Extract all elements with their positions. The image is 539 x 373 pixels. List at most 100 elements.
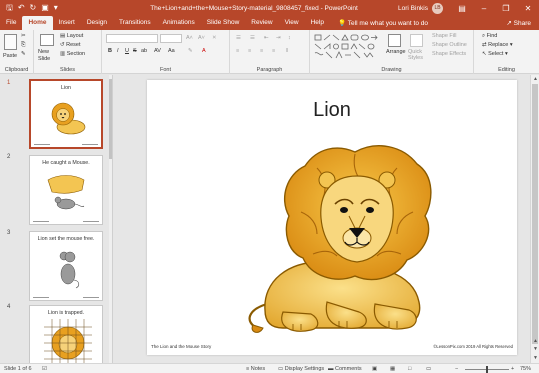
tab-help[interactable]: Help [305, 16, 330, 30]
columns-icon[interactable]: ‖ [286, 48, 288, 54]
slide-title[interactable]: Lion [147, 99, 517, 122]
reading-view-icon[interactable]: □ [408, 365, 411, 373]
comments-button[interactable]: ▬ Comments [328, 365, 362, 373]
thumbnail-scroll-thumb[interactable] [109, 79, 112, 159]
tab-insert[interactable]: Insert [53, 16, 81, 30]
zoom-level[interactable]: 75% [520, 365, 531, 373]
slide-copyright[interactable]: ©LessonPix.com 2019 All Rights Reserved [433, 344, 513, 349]
tab-slide-show[interactable]: Slide Show [201, 16, 246, 30]
undo-icon[interactable]: ↶ [18, 0, 25, 16]
decrease-font-icon[interactable]: A˅ [198, 35, 205, 41]
avatar[interactable]: LB [432, 2, 443, 14]
tab-home[interactable]: Home [22, 16, 53, 30]
lion-image[interactable] [227, 132, 437, 342]
next-slide-icon[interactable]: ▼ [531, 345, 539, 353]
slide-sorter-icon[interactable]: ▦ [390, 365, 395, 373]
notes-button[interactable]: ≡ Notes [246, 365, 265, 373]
cut-icon[interactable]: ✂ [21, 33, 26, 39]
shape-outline-button[interactable]: Shape Outline [432, 42, 467, 48]
strikethrough-button[interactable]: S [133, 48, 137, 54]
shape-effects-button[interactable]: Shape Effects [432, 51, 466, 57]
redo-icon[interactable]: ↻ [30, 0, 37, 16]
save-icon[interactable]: 🖫 [6, 0, 13, 16]
format-painter-icon[interactable]: ✎ [21, 51, 26, 57]
outdent-icon[interactable]: ⇥ [276, 35, 281, 41]
customize-icon[interactable]: ▾ [54, 0, 58, 16]
tab-transitions[interactable]: Transitions [113, 16, 157, 30]
change-case-button[interactable]: Aa [168, 48, 175, 54]
font-color-icon[interactable]: A [202, 48, 206, 54]
ribbon-display-icon[interactable]: ▤ [451, 4, 473, 13]
align-center-icon[interactable]: ≡ [248, 48, 251, 54]
italic-button[interactable]: I [117, 48, 119, 54]
zoom-slider-handle[interactable] [486, 366, 488, 373]
justify-icon[interactable]: ≡ [272, 48, 275, 54]
new-slide-button[interactable]: New Slide [38, 49, 58, 63]
shape-fill-button[interactable]: Shape Fill [432, 33, 456, 39]
increase-font-icon[interactable]: A˄ [186, 35, 193, 41]
new-slide-icon[interactable] [40, 34, 54, 46]
tab-review[interactable]: Review [245, 16, 278, 30]
close-icon[interactable]: ✕ [517, 4, 539, 13]
numbering-icon[interactable]: ☰ [250, 35, 255, 41]
font-size-box[interactable] [160, 34, 182, 43]
present-icon[interactable]: ▣ [41, 0, 49, 16]
quick-styles-icon[interactable] [410, 34, 423, 47]
notes-label: Notes [250, 366, 266, 372]
clear-format-icon[interactable]: ⨯ [212, 35, 217, 41]
paste-icon[interactable] [4, 34, 17, 50]
spelling-icon[interactable]: ☑ [42, 365, 47, 373]
current-slide[interactable]: Lion The Lion and the Mouse Story ©Lesso… [147, 80, 517, 355]
slide-footer[interactable]: The Lion and the Mouse Story [151, 344, 211, 349]
scroll-up-icon[interactable]: ▲ [531, 75, 539, 83]
zoom-out-icon[interactable]: − [455, 365, 458, 373]
underline-button[interactable]: U [125, 48, 129, 54]
zoom-in-icon[interactable]: + [511, 365, 514, 373]
indent-icon[interactable]: ⇤ [264, 35, 269, 41]
tell-me-search[interactable]: 💡 Tell me what you want to do [330, 17, 428, 30]
restore-icon[interactable]: ❐ [495, 4, 517, 13]
editing-group: ⌕ Find ⇄ Replace ▾ ↖ Select ▾ Editing [474, 30, 539, 74]
slide-thumbnail-3[interactable]: Lion set the mouse free. [29, 231, 103, 301]
bullets-icon[interactable]: ☰ [236, 35, 241, 41]
arrange-button[interactable]: Arrange [386, 49, 406, 55]
align-left-icon[interactable]: ≡ [236, 48, 239, 54]
shadow-button[interactable]: ab [141, 48, 147, 54]
tab-file[interactable]: File [0, 16, 22, 30]
tab-view[interactable]: View [279, 16, 305, 30]
paragraph-label: Paragraph [256, 67, 283, 73]
bold-button[interactable]: B [108, 48, 112, 54]
layout-button[interactable]: ▤ Layout [60, 33, 83, 39]
user-name[interactable]: Lori Binkis [398, 5, 432, 12]
scroll-down-icon[interactable]: ▼ [531, 354, 539, 362]
slide-show-icon[interactable]: ▭ [426, 365, 431, 373]
quick-styles-button[interactable]: Quick Styles [408, 49, 428, 61]
slide-thumbnail-4[interactable]: Lion is trapped. [29, 305, 103, 363]
slide-thumbnail-2[interactable]: He caught a Mouse. [29, 155, 103, 225]
section-button[interactable]: ▥ Section [60, 51, 85, 57]
tab-animations[interactable]: Animations [157, 16, 201, 30]
copy-icon[interactable]: ⎘ [21, 42, 25, 49]
display-settings-button[interactable]: ▭ Display Settings [278, 365, 324, 373]
select-button[interactable]: ↖ Select ▾ [482, 51, 508, 57]
share-button[interactable]: ↗ Share [506, 17, 539, 30]
thumbnail-scrollbar[interactable] [109, 75, 112, 363]
replace-button[interactable]: ⇄ Replace ▾ [482, 42, 513, 48]
shapes-gallery[interactable] [314, 34, 384, 60]
vertical-scrollbar[interactable]: ▲ ▲ ▼ ▼ [530, 75, 539, 363]
spacing-button[interactable]: AV [154, 48, 161, 54]
vertical-scroll-thumb[interactable] [532, 84, 538, 344]
arrange-icon[interactable] [388, 34, 401, 47]
paste-button[interactable]: Paste [3, 53, 17, 59]
find-button[interactable]: ⌕ Find [482, 33, 497, 40]
reset-button[interactable]: ↺ Reset [60, 42, 81, 48]
minimize-icon[interactable]: – [473, 4, 495, 13]
previous-slide-icon[interactable]: ▲ [531, 337, 539, 345]
align-right-icon[interactable]: ≡ [260, 48, 263, 54]
highlight-color-icon[interactable]: ✎ [188, 48, 193, 54]
tab-design[interactable]: Design [81, 16, 113, 30]
font-name-box[interactable] [106, 34, 158, 43]
slide-thumbnail-1[interactable]: Lion [29, 79, 103, 149]
line-spacing-icon[interactable]: ↕ [288, 35, 291, 41]
normal-view-icon[interactable]: ▣ [372, 365, 377, 373]
